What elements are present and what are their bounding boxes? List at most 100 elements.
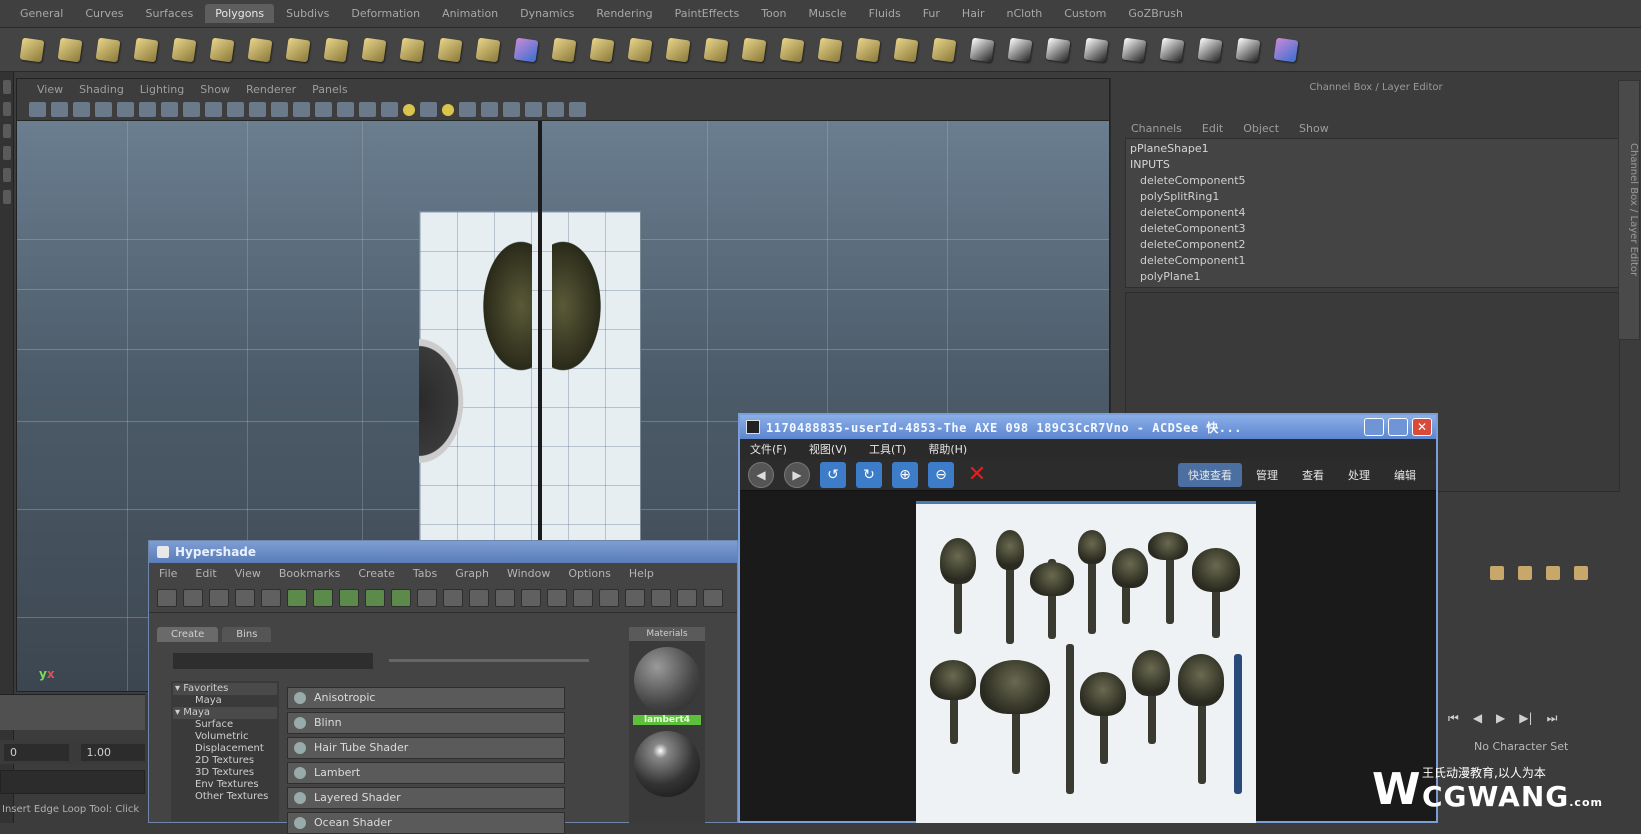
channel-box-menu-item-1[interactable]: Edit	[1202, 122, 1223, 135]
hypershade-tool-icon[interactable]	[521, 588, 541, 607]
minimize-button[interactable]	[1364, 418, 1384, 436]
shelf-tool-icon[interactable]	[1156, 34, 1188, 66]
shelf-tool-icon[interactable]	[244, 34, 276, 66]
shelf-tool-icon[interactable]	[396, 34, 428, 66]
shader-node-item[interactable]: Layered Shader	[287, 787, 565, 809]
shelf-tab-3[interactable]: Polygons	[205, 4, 275, 23]
shelf-tool-icon[interactable]	[510, 34, 542, 66]
input-node-item[interactable]: deleteComponent4	[1130, 205, 1615, 221]
hypershade-menu-item-4[interactable]: Create	[358, 567, 395, 580]
tree-item[interactable]: Env Textures	[173, 779, 277, 791]
next-icon[interactable]: ▶	[784, 461, 810, 488]
viewport-menu-item-0[interactable]: View	[37, 83, 63, 96]
range-current-field[interactable]: 1.00	[80, 743, 145, 761]
shelf-tool-icon[interactable]	[1232, 34, 1264, 66]
shelf-tab-4[interactable]: Subdivs	[276, 4, 339, 23]
input-node-item[interactable]: deleteComponent1	[1130, 253, 1615, 269]
input-node-item[interactable]: polyPlane1	[1130, 269, 1615, 285]
hypershade-menu-item-5[interactable]: Tabs	[413, 567, 437, 580]
shelf-tool-icon[interactable]	[206, 34, 238, 66]
hypershade-menu-item-3[interactable]: Bookmarks	[279, 567, 340, 580]
viewport-tool-icon[interactable]	[547, 102, 564, 117]
viewport-tool-icon[interactable]	[359, 102, 376, 117]
hypershade-menu-item-0[interactable]: File	[159, 567, 177, 580]
shelf-tab-0[interactable]: General	[10, 4, 73, 23]
shelf-tab-5[interactable]: Deformation	[341, 4, 430, 23]
viewport-tool-icon[interactable]	[420, 102, 437, 117]
shelf-tab-1[interactable]: Curves	[75, 4, 133, 23]
shelf-tool-icon[interactable]	[282, 34, 314, 66]
tree-item[interactable]: 2D Textures	[173, 755, 277, 767]
shader-node-item[interactable]: Lambert	[287, 762, 565, 784]
viewport-tool-icon[interactable]	[205, 102, 222, 117]
shelf-tab-9[interactable]: PaintEffects	[665, 4, 750, 23]
hypershade-tab-1[interactable]: Bins	[222, 627, 272, 642]
shelf-tool-icon[interactable]	[662, 34, 694, 66]
shelf-tab-6[interactable]: Animation	[432, 4, 508, 23]
viewport-tool-icon[interactable]	[481, 102, 498, 117]
viewport-tool-icon[interactable]	[381, 102, 398, 117]
hypershade-tool-icon[interactable]	[573, 588, 593, 607]
acdsee-titlebar[interactable]: 1170488835-userId-4853-The AXE 098 189C3…	[740, 415, 1436, 439]
acdsee-menu-item-1[interactable]: 视图(V)	[809, 441, 847, 457]
hypershade-tool-icon[interactable]	[183, 588, 203, 607]
viewport-menu-item-2[interactable]: Lighting	[140, 83, 184, 96]
tree-item[interactable]: Volumetric	[173, 731, 277, 743]
hypershade-tool-icon[interactable]	[469, 588, 489, 607]
delete-icon[interactable]: ✕	[964, 462, 990, 488]
viewport-tool-icon[interactable]	[227, 102, 244, 117]
shelf-tool-icon[interactable]	[472, 34, 504, 66]
viewport-tool-icon[interactable]	[161, 102, 178, 117]
zoom-out-icon[interactable]: ⊖	[928, 461, 954, 488]
tree-item[interactable]: ▾ Maya	[173, 707, 277, 719]
hypershade-tool-icon[interactable]	[417, 588, 437, 607]
shelf-tab-15[interactable]: nCloth	[997, 4, 1053, 23]
hypershade-titlebar[interactable]: Hypershade	[149, 541, 737, 563]
anim-prefs-icon[interactable]	[1546, 566, 1560, 580]
move-tool-icon[interactable]	[3, 124, 11, 138]
shelf-tool-icon[interactable]	[966, 34, 998, 66]
shelf-tool-icon[interactable]	[890, 34, 922, 66]
hypershade-tool-icon[interactable]	[443, 588, 463, 607]
shelf-tool-icon[interactable]	[358, 34, 390, 66]
scale-tool-icon[interactable]	[3, 168, 11, 182]
viewport-tool-icon[interactable]	[95, 102, 112, 117]
channel-box-menu-item-2[interactable]: Object	[1243, 122, 1279, 135]
shelf-tool-icon[interactable]	[320, 34, 352, 66]
acdsee-mode-tab-2[interactable]: 查看	[1292, 463, 1334, 487]
hypershade-tool-icon[interactable]	[365, 588, 385, 607]
shader-node-item[interactable]: Anisotropic	[287, 687, 565, 709]
shape-node-label[interactable]: pPlaneShape1	[1130, 141, 1615, 157]
material-swatch[interactable]	[634, 731, 700, 797]
hypershade-tool-icon[interactable]	[677, 588, 697, 607]
viewport-tool-icon[interactable]	[525, 102, 542, 117]
shelf-tab-16[interactable]: Custom	[1054, 4, 1116, 23]
shelf-tool-icon[interactable]	[130, 34, 162, 66]
close-button[interactable]: ✕	[1412, 418, 1432, 436]
viewport-tool-icon[interactable]	[29, 102, 46, 117]
shelf-tab-8[interactable]: Rendering	[586, 4, 662, 23]
shader-node-item[interactable]: Hair Tube Shader	[287, 737, 565, 759]
shelf-tab-2[interactable]: Surfaces	[136, 4, 204, 23]
shelf-tool-icon[interactable]	[1004, 34, 1036, 66]
shelf-tab-13[interactable]: Fur	[913, 4, 950, 23]
shelf-tool-icon[interactable]	[434, 34, 466, 66]
maximize-button[interactable]	[1388, 418, 1408, 436]
viewport-tool-icon[interactable]	[117, 102, 134, 117]
shelf-tab-7[interactable]: Dynamics	[510, 4, 584, 23]
shelf-tool-icon[interactable]	[776, 34, 808, 66]
acdsee-menu-item-0[interactable]: 文件(F)	[750, 441, 787, 457]
tree-item[interactable]: Displacement	[173, 743, 277, 755]
viewport-tool-icon[interactable]	[183, 102, 200, 117]
shelf-tab-10[interactable]: Toon	[751, 4, 796, 23]
viewport-menu-item-3[interactable]: Show	[200, 83, 230, 96]
viewport-tool-icon[interactable]	[271, 102, 288, 117]
viewport-tool-icon[interactable]	[403, 103, 415, 116]
viewport-tool-icon[interactable]	[249, 102, 266, 117]
shelf-tool-icon[interactable]	[738, 34, 770, 66]
channel-box-menu-item-3[interactable]: Show	[1299, 122, 1329, 135]
viewport-tool-icon[interactable]	[442, 103, 454, 116]
viewport-tool-icon[interactable]	[51, 102, 68, 117]
shelf-tool-icon[interactable]	[586, 34, 618, 66]
zoom-in-icon[interactable]: ⊕	[892, 461, 918, 488]
